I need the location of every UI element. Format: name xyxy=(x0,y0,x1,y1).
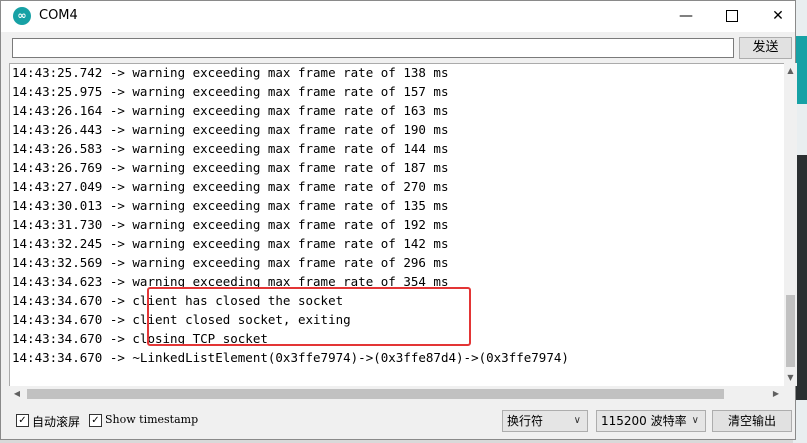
send-button[interactable]: 发送 xyxy=(739,37,792,59)
horizontal-scrollbar[interactable]: ◀ ▶ xyxy=(9,386,784,402)
serial-output-area[interactable]: 14:43:25.742 -> warning exceeding max fr… xyxy=(9,63,784,386)
vertical-scrollbar[interactable]: ▲ ▼ xyxy=(784,63,797,386)
output-line: 14:43:31.730 -> warning exceeding max fr… xyxy=(12,217,449,232)
close-button[interactable]: ✕ xyxy=(755,1,801,32)
output-line: 14:43:32.245 -> warning exceeding max fr… xyxy=(12,236,449,251)
maximize-button[interactable] xyxy=(709,1,755,32)
horizontal-scroll-thumb[interactable] xyxy=(27,389,724,399)
output-line: 14:43:34.670 -> client closed socket, ex… xyxy=(12,312,351,327)
send-row: 发送 xyxy=(1,32,795,62)
timestamp-label: Show timestamp xyxy=(105,413,199,426)
output-line: 14:43:34.670 -> client has closed the so… xyxy=(12,293,344,308)
close-icon: ✕ xyxy=(772,8,784,24)
minimize-button[interactable]: — xyxy=(663,1,709,32)
status-bar: ✓ 自动滚屏 ✓ Show timestamp 换行符 ∨ 115200 波特率… xyxy=(0,405,794,437)
output-line: 14:43:27.049 -> warning exceeding max fr… xyxy=(12,179,449,194)
title-bar[interactable]: ∞ COM4 — ✕ xyxy=(1,1,795,32)
line-ending-value: 换行符 xyxy=(507,414,544,428)
baud-rate-value: 115200 波特率 xyxy=(601,414,687,428)
output-line: 14:43:25.975 -> warning exceeding max fr… xyxy=(12,84,449,99)
timestamp-checkbox[interactable]: ✓ xyxy=(89,414,102,427)
baud-rate-select[interactable]: 115200 波特率 ∨ xyxy=(596,410,706,432)
checkmark-icon: ✓ xyxy=(18,415,27,426)
line-ending-select[interactable]: 换行符 ∨ xyxy=(502,410,588,432)
vertical-scroll-thumb[interactable] xyxy=(786,295,795,367)
output-line: 14:43:34.670 -> closing TCP socket xyxy=(12,331,268,346)
clear-output-button[interactable]: 清空输出 xyxy=(712,410,792,432)
scroll-down-icon[interactable]: ▼ xyxy=(784,370,797,386)
scroll-right-icon[interactable]: ▶ xyxy=(768,386,784,402)
chevron-down-icon: ∨ xyxy=(691,415,699,426)
chevron-down-icon: ∨ xyxy=(573,415,581,426)
autoscroll-label: 自动滚屏 xyxy=(32,415,81,429)
output-line: 14:43:26.769 -> warning exceeding max fr… xyxy=(12,160,449,175)
output-line: 14:43:26.443 -> warning exceeding max fr… xyxy=(12,122,449,137)
window-title: COM4 xyxy=(39,8,78,23)
arduino-icon: ∞ xyxy=(13,7,31,25)
maximize-icon xyxy=(726,10,738,22)
output-line: 14:43:30.013 -> warning exceeding max fr… xyxy=(12,198,449,213)
send-input[interactable] xyxy=(12,38,734,58)
output-line: 14:43:26.583 -> warning exceeding max fr… xyxy=(12,141,449,156)
scroll-up-icon[interactable]: ▲ xyxy=(784,63,797,79)
checkmark-icon: ✓ xyxy=(91,415,100,426)
output-line: 14:43:26.164 -> warning exceeding max fr… xyxy=(12,103,449,118)
output-line: 14:43:25.742 -> warning exceeding max fr… xyxy=(12,65,449,80)
minimize-icon: — xyxy=(679,8,693,24)
autoscroll-checkbox[interactable]: ✓ xyxy=(16,414,29,427)
output-line: 14:43:34.623 -> warning exceeding max fr… xyxy=(12,274,449,289)
scroll-left-icon[interactable]: ◀ xyxy=(9,386,25,402)
output-line: 14:43:32.569 -> warning exceeding max fr… xyxy=(12,255,449,270)
output-line: 14:43:34.670 -> ~LinkedListElement(0x3ff… xyxy=(12,350,569,365)
